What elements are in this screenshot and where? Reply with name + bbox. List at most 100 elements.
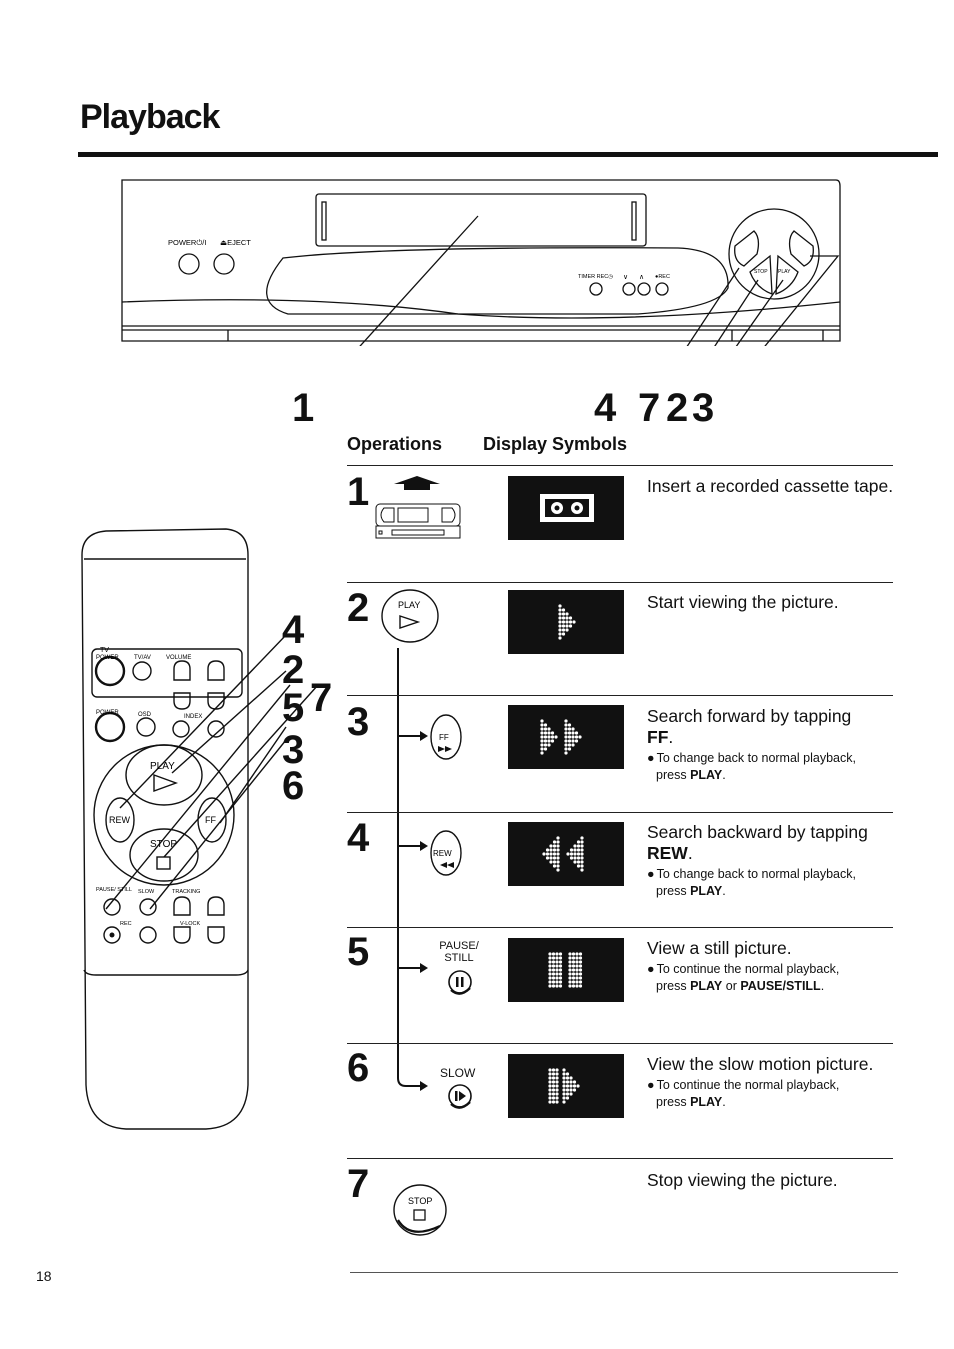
- osd-dot: [572, 1088, 577, 1092]
- osd-dot: [565, 1088, 570, 1092]
- display-ff-symbol: [508, 705, 624, 769]
- timer-rec-button: [589, 282, 603, 296]
- remote-tv-label: TV: [100, 647, 109, 654]
- osd-dot: [572, 1080, 577, 1084]
- step-4-description: Search backward by tapping REW. ● To chan…: [647, 822, 897, 900]
- osd-dot: [558, 964, 563, 968]
- osd-dot: [573, 856, 577, 860]
- play-display-icon: [558, 604, 576, 640]
- note-text: .: [722, 1095, 726, 1109]
- osd-dot: [580, 868, 584, 872]
- osd-dot: [576, 864, 581, 868]
- osd-dot: [569, 852, 574, 856]
- rew-button-icon: REW: [430, 830, 462, 876]
- osd-dot: [549, 860, 553, 864]
- ff-display-icon: [540, 719, 582, 755]
- vcr-play-label: PLAY: [778, 269, 791, 275]
- remote-rec-label: REC: [120, 921, 132, 927]
- note-text: To continue the normal playback,: [656, 962, 840, 976]
- step-5-description: View a still picture. ● To continue the n…: [647, 938, 897, 995]
- osd-dot: [565, 1092, 570, 1096]
- osd-dot: [568, 624, 573, 628]
- note-text: press: [656, 979, 687, 993]
- osd-dot: [551, 1096, 556, 1100]
- osd-dot: [551, 984, 556, 988]
- step-6-description: View the slow motion picture. ● To contin…: [647, 1054, 907, 1111]
- osd-dot: [540, 723, 544, 727]
- step-6-description-text: View the slow motion picture.: [647, 1054, 874, 1074]
- osd-dot: [574, 735, 579, 739]
- osd-dot: [578, 960, 583, 964]
- osd-dot: [567, 735, 572, 739]
- osd-dot: [571, 739, 575, 743]
- play-key: [775, 254, 799, 295]
- osd-dot: [568, 960, 572, 964]
- vcr-callout-4: 4: [594, 386, 617, 430]
- osd-dot: [548, 1076, 552, 1080]
- osd-dot: [556, 856, 560, 860]
- osd-dot: [548, 1100, 552, 1104]
- osd-dot: [568, 952, 572, 956]
- osd-dot: [565, 628, 569, 632]
- osd-dot: [568, 976, 572, 980]
- osd-dot: [548, 1088, 552, 1092]
- osd-dot: [555, 964, 559, 968]
- display-play-symbol: [508, 590, 624, 654]
- osd-dot: [562, 1084, 566, 1088]
- osd-dot: [558, 604, 562, 608]
- vcr-front-panel-illustration: POWER⏻/I ⏏EJECT TIMER REC◷ ∨ ∧ ●REC STOP…: [121, 179, 841, 346]
- osd-dot: [574, 731, 579, 735]
- osd-dot: [540, 739, 544, 743]
- osd-dot: [549, 856, 553, 860]
- osd-dot: [540, 747, 544, 751]
- osd-dot: [548, 960, 552, 964]
- remote-callout-6: 6: [282, 764, 305, 808]
- osd-dot: [558, 972, 563, 976]
- volume-down-button: [173, 692, 191, 710]
- step-divider: [347, 695, 893, 696]
- osd-dot: [548, 1072, 552, 1076]
- osd-dot: [562, 1080, 566, 1084]
- step-4-description-text: Search backward by tapping: [647, 822, 868, 842]
- remote-vlock-label: V-LOCK: [180, 921, 201, 927]
- osd-dot: [543, 747, 548, 751]
- osd-dot: [545, 848, 550, 852]
- osd-dot: [543, 727, 548, 731]
- osd-dot: [571, 972, 576, 976]
- osd-dot: [573, 844, 577, 848]
- osd-dot: [568, 968, 572, 972]
- step-4-note: ● To change back to normal playback, pres…: [647, 867, 856, 898]
- vcr-ch-up-label: ∧: [639, 274, 644, 281]
- osd-dot: [576, 840, 581, 844]
- osd-dot: [580, 864, 584, 868]
- column-header-operations: Operations: [347, 434, 443, 454]
- remote-ff-label: FF: [205, 815, 216, 825]
- remote-power-label: POWER: [96, 710, 119, 716]
- title-divider: [78, 152, 938, 157]
- osd-dot: [568, 980, 572, 984]
- step-5-description-text: View a still picture.: [647, 938, 792, 958]
- osd-dot: [558, 976, 563, 980]
- play-button-label: PLAY: [398, 600, 420, 610]
- osd-dot: [571, 735, 575, 739]
- osd-dot: [548, 972, 552, 976]
- vcr-power-button: [94, 711, 126, 743]
- front-display-panel: [266, 247, 729, 315]
- osd-dot: [547, 739, 551, 743]
- remote-play-button: [125, 744, 203, 806]
- osd-dot: [568, 616, 573, 620]
- osd-dot: [540, 735, 544, 739]
- osd-dot: [569, 1084, 573, 1088]
- osd-dot: [568, 972, 572, 976]
- slow-button-icon: [448, 1084, 472, 1109]
- osd-dot: [568, 984, 572, 988]
- step-2-number: 2: [347, 586, 370, 630]
- vcr-ch-down-label: ∨: [623, 274, 628, 281]
- osd-dot: [552, 860, 557, 864]
- step-4-key: REW: [647, 843, 688, 863]
- note-text: press: [656, 884, 687, 898]
- channel-down-button: [207, 692, 225, 710]
- osd-dot: [575, 972, 579, 976]
- osd-dot: [552, 848, 557, 852]
- osd-dot: [561, 612, 566, 616]
